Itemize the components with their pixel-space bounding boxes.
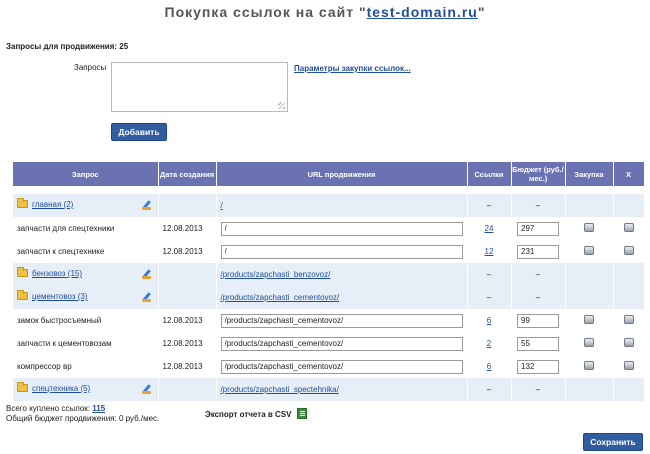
budget-input[interactable] (517, 336, 559, 351)
budget-value: – (511, 378, 566, 401)
table-row: запчасти к спецтехнике 12.08.2013 12 (13, 240, 645, 263)
folder-icon (17, 382, 28, 392)
totals: Всего куплено ссылок: 115 Общий бюджет п… (6, 404, 159, 424)
table-row: запчасти к цементовозам 12.08.2013 2 (13, 332, 645, 355)
table-row-group: спецтехника (5) /products/zapchasti_spec… (13, 378, 645, 401)
budget-total: Общий бюджет продвижения: 0 руб./мес. (6, 414, 160, 423)
queries-label: Запросы (74, 63, 107, 72)
budget-value: – (511, 194, 566, 217)
folder-icon (17, 267, 28, 277)
created-date: 12.08.2013 (158, 332, 217, 355)
export-csv[interactable]: Экспорт отчета в CSV (205, 408, 308, 419)
query-name: запчасти к спецтехнике (13, 240, 159, 263)
save-button[interactable]: Сохранить (583, 433, 643, 451)
queries-textarea[interactable] (111, 62, 288, 112)
budget-input[interactable] (517, 221, 559, 236)
links-count-link[interactable]: 6 (487, 316, 491, 325)
edit-icon[interactable] (141, 384, 152, 395)
url-input[interactable] (220, 359, 463, 374)
delete-icon[interactable] (623, 338, 634, 347)
col-url: URL продвижения (216, 162, 468, 186)
edit-icon[interactable] (141, 269, 152, 280)
delete-icon[interactable] (623, 315, 634, 324)
purchase-icon[interactable] (584, 315, 594, 324)
col-delete: X (613, 162, 645, 186)
table-row-group: главная (2) / – – (13, 194, 645, 217)
group-link[interactable]: цементовоз (3) (32, 292, 88, 301)
col-purchase: Закупка (565, 162, 614, 186)
page-title: Покупка ссылок на сайт "test-domain.ru" (164, 4, 486, 20)
purchase-icon[interactable] (584, 338, 594, 347)
resize-grip-icon[interactable] (278, 102, 285, 109)
purchase-icon[interactable] (584, 246, 594, 255)
queries-count: Запросы для продвижения: 25 (6, 42, 129, 51)
created-date: 12.08.2013 (158, 355, 217, 378)
total-links-link[interactable]: 115 (92, 404, 105, 413)
created-date: 12.08.2013 (158, 217, 217, 240)
spreadsheet-icon[interactable] (297, 408, 308, 419)
queries-table: Запрос Дата создания URL продвижения Ссы… (13, 162, 645, 401)
links-count-link[interactable]: 24 (485, 224, 494, 233)
table-row: компрессор вр 12.08.2013 6 (13, 355, 645, 378)
url-input[interactable] (220, 244, 463, 259)
budget-input[interactable] (517, 359, 559, 374)
folder-icon (17, 290, 28, 300)
edit-icon[interactable] (141, 292, 152, 303)
purchase-params-link[interactable]: Параметры закупки ссылок... (294, 64, 411, 73)
col-date: Дата создания (158, 162, 217, 186)
group-link[interactable]: спецтехника (5) (32, 384, 90, 393)
links-count-link[interactable]: 12 (485, 247, 494, 256)
budget-input[interactable] (517, 244, 559, 259)
url-input[interactable] (220, 313, 463, 328)
url-link[interactable]: /products/zapchasti_benzovoz/ (221, 270, 331, 279)
table-row-group: бензовоз (15) /products/zapchasti_benzov… (13, 263, 645, 286)
export-label: Экспорт отчета в CSV (205, 410, 292, 419)
edit-icon[interactable] (141, 200, 152, 211)
total-links-label: Всего куплено ссылок: (6, 404, 93, 413)
budget-value: – (511, 286, 566, 309)
links-count-link[interactable]: 6 (487, 362, 491, 371)
table-row: замок быстросъемный 12.08.2013 6 (13, 309, 645, 332)
folder-icon (17, 198, 28, 208)
url-link[interactable]: /products/zapchasti_cementovoz/ (221, 293, 340, 302)
url-input[interactable] (220, 336, 463, 351)
table-row-group: цементовоз (3) /products/zapchasti_cemen… (13, 286, 645, 309)
url-link[interactable]: /products/zapchasti_spectehnika/ (221, 385, 339, 394)
add-button[interactable]: Добавить (111, 123, 167, 141)
created-date: 12.08.2013 (158, 309, 217, 332)
budget-input[interactable] (517, 313, 559, 328)
group-link[interactable]: главная (2) (32, 200, 73, 209)
col-query: Запрос (13, 162, 159, 186)
url-link[interactable]: / (221, 201, 223, 210)
group-link[interactable]: бензовоз (15) (32, 269, 82, 278)
delete-icon[interactable] (623, 246, 634, 255)
delete-icon[interactable] (623, 361, 634, 370)
col-budget: Бюджет (руб./мес.) (511, 162, 566, 186)
domain-link[interactable]: test-domain.ru (367, 4, 478, 20)
links-value: – (467, 378, 512, 401)
query-name: запчасти для спецтехники (13, 217, 159, 240)
query-name: замок быстросъемный (13, 309, 159, 332)
links-value: – (467, 286, 512, 309)
query-name: компрессор вр (13, 355, 159, 378)
purchase-icon[interactable] (584, 361, 594, 370)
table-row: запчасти для спецтехники 12.08.2013 24 (13, 217, 645, 240)
url-input[interactable] (220, 221, 463, 236)
links-value: – (467, 194, 512, 217)
query-name: запчасти к цементовозам (13, 332, 159, 355)
created-date: 12.08.2013 (158, 240, 217, 263)
col-links: Ссылки (467, 162, 512, 186)
budget-value: – (511, 263, 566, 286)
links-value: – (467, 263, 512, 286)
purchase-icon[interactable] (584, 223, 594, 232)
delete-icon[interactable] (623, 223, 634, 232)
links-count-link[interactable]: 2 (487, 339, 491, 348)
